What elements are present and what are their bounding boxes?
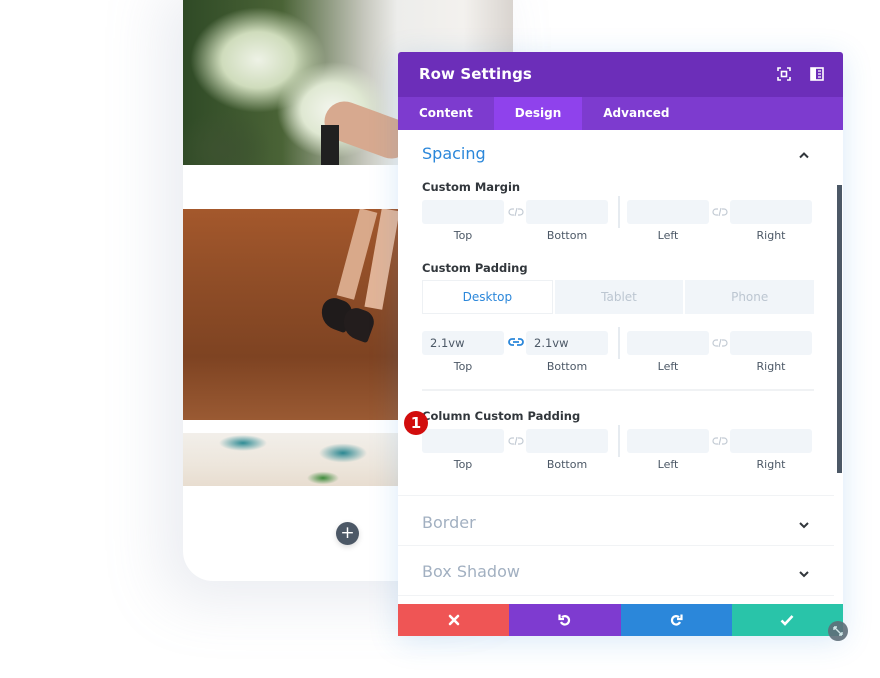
column-padding-left-input[interactable] <box>627 429 709 453</box>
row-settings-panel: Row Settings Content Design Advanced Spa… <box>398 52 843 636</box>
border-section-toggle[interactable]: Border <box>422 513 476 532</box>
plus-icon: + <box>340 523 355 543</box>
panel-tabs: Content Design Advanced <box>398 97 843 130</box>
spacing-section-toggle[interactable]: Spacing <box>422 144 486 163</box>
column-padding-side-labels: Top Bottom Left Right <box>422 458 814 472</box>
undo-icon <box>558 614 570 626</box>
column-padding-top-input[interactable] <box>422 429 504 453</box>
divider <box>618 425 620 457</box>
top-label: Top <box>453 360 473 373</box>
margin-top-input[interactable] <box>422 200 504 224</box>
link-icon[interactable] <box>712 206 728 218</box>
divider <box>618 327 620 359</box>
cancel-button[interactable] <box>398 604 510 636</box>
margin-bottom-input[interactable] <box>526 200 608 224</box>
custom-padding-inputs: 2.1vw 2.1vw <box>422 327 814 359</box>
save-button[interactable] <box>731 604 843 636</box>
box-shadow-section-toggle[interactable]: Box Shadow <box>422 562 520 581</box>
panel-footer <box>398 604 843 636</box>
chevron-up-icon[interactable] <box>798 151 810 159</box>
left-label: Left <box>657 360 679 373</box>
device-tab-phone[interactable]: Phone <box>685 280 815 314</box>
expand-icon[interactable] <box>777 67 791 81</box>
right-label: Right <box>756 458 786 471</box>
divider <box>398 595 834 596</box>
link-icon[interactable] <box>508 206 524 218</box>
resize-handle[interactable] <box>828 621 848 641</box>
chevron-down-icon[interactable] <box>798 570 810 578</box>
link-icon[interactable] <box>712 435 728 447</box>
top-label: Top <box>453 458 473 471</box>
custom-padding-side-labels: Top Bottom Left Right <box>422 360 814 374</box>
undo-button[interactable] <box>509 604 621 636</box>
margin-left-input[interactable] <box>627 200 709 224</box>
column-padding-right-input[interactable] <box>730 429 812 453</box>
redo-button[interactable] <box>620 604 732 636</box>
tab-content[interactable]: Content <box>398 97 494 130</box>
right-label: Right <box>756 229 786 242</box>
padding-right-input[interactable] <box>730 331 812 355</box>
padding-left-input[interactable] <box>627 331 709 355</box>
close-icon <box>448 614 459 626</box>
column-padding-inputs <box>422 425 814 457</box>
margin-right-input[interactable] <box>730 200 812 224</box>
step-badge: 1 <box>404 411 428 435</box>
custom-margin-label: Custom Margin <box>422 180 521 194</box>
right-label: Right <box>756 360 786 373</box>
device-tab-tablet[interactable]: Tablet <box>554 280 684 314</box>
left-label: Left <box>657 229 679 242</box>
link-icon[interactable] <box>508 435 524 447</box>
custom-padding-label: Custom Padding <box>422 261 528 275</box>
scrollbar[interactable] <box>837 185 842 473</box>
chevron-down-icon[interactable] <box>798 521 810 529</box>
top-label: Top <box>453 229 473 242</box>
split-view-icon[interactable] <box>810 67 824 81</box>
device-tab-desktop[interactable]: Desktop <box>422 280 553 314</box>
padding-top-input[interactable]: 2.1vw <box>422 331 504 355</box>
column-custom-padding-label: Column Custom Padding <box>422 409 581 423</box>
panel-title: Row Settings <box>419 65 532 83</box>
divider <box>398 545 834 546</box>
bottom-label: Bottom <box>546 458 588 471</box>
tab-design[interactable]: Design <box>493 97 583 130</box>
redo-icon <box>671 614 683 626</box>
divider <box>618 196 620 228</box>
custom-margin-inputs <box>422 196 814 228</box>
divider <box>398 495 834 496</box>
divider <box>422 389 814 391</box>
resize-icon <box>833 626 843 636</box>
device-tabs: Desktop Tablet Phone <box>422 280 815 314</box>
link-icon[interactable] <box>712 337 728 349</box>
padding-bottom-input[interactable]: 2.1vw <box>526 331 608 355</box>
add-row-button[interactable]: + <box>336 522 359 545</box>
photo-detail <box>321 125 339 165</box>
bottom-label: Bottom <box>546 360 588 373</box>
panel-body: Spacing Custom Margin Top Bottom Left Ri… <box>398 130 843 604</box>
column-padding-bottom-input[interactable] <box>526 429 608 453</box>
bottom-label: Bottom <box>546 229 588 242</box>
custom-margin-side-labels: Top Bottom Left Right <box>422 229 814 243</box>
check-icon <box>780 615 794 626</box>
panel-header: Row Settings <box>398 52 843 97</box>
link-active-icon[interactable] <box>508 336 524 348</box>
left-label: Left <box>657 458 679 471</box>
tab-advanced[interactable]: Advanced <box>582 97 690 130</box>
